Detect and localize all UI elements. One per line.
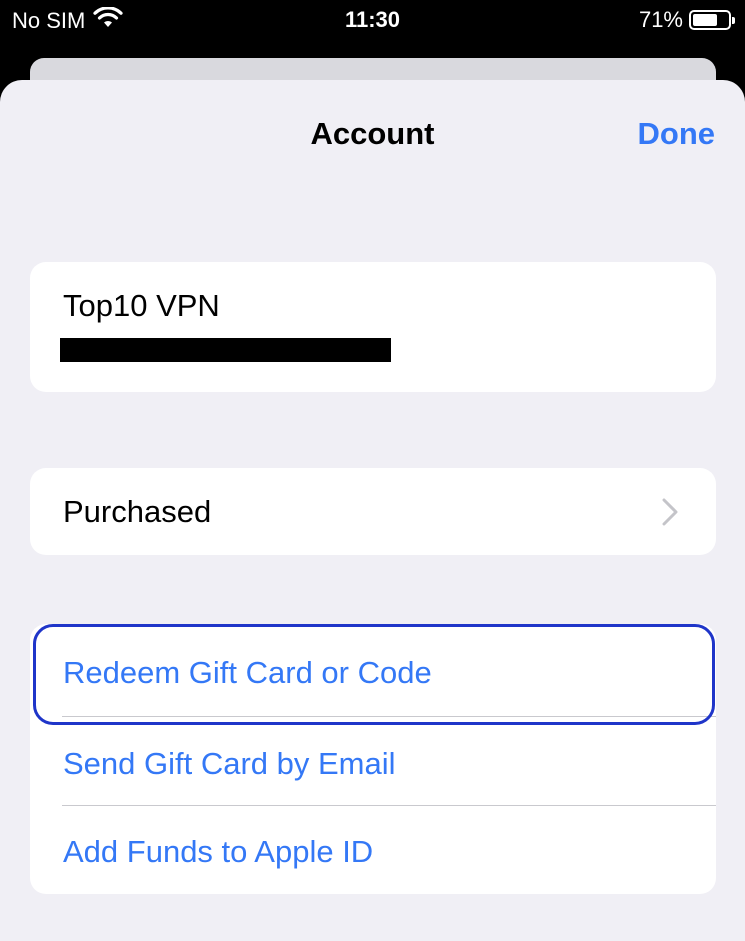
redeem-gift-card-row[interactable]: Redeem Gift Card or Code	[30, 624, 716, 714]
purchased-label: Purchased	[63, 494, 212, 529]
status-time: 11:30	[344, 7, 401, 32]
redacted-email	[60, 338, 391, 362]
purchased-row[interactable]: Purchased	[30, 468, 716, 555]
status-bar: No SIM 11:30 71%	[0, 0, 745, 40]
account-card[interactable]: Top10 VPN	[30, 262, 716, 392]
account-name: Top10 VPN	[63, 288, 220, 323]
done-button[interactable]: Done	[638, 116, 716, 152]
send-gift-card-label: Send Gift Card by Email	[63, 746, 396, 781]
chevron-right-icon	[658, 498, 682, 526]
battery-icon	[689, 10, 735, 30]
redeem-gift-card-label: Redeem Gift Card or Code	[63, 655, 432, 690]
gift-card-section: Redeem Gift Card or Code Send Gift Card …	[30, 624, 716, 894]
add-funds-label: Add Funds to Apple ID	[63, 834, 374, 869]
battery-percent: 71%	[638, 7, 683, 32]
divider	[62, 716, 716, 717]
send-gift-card-row[interactable]: Send Gift Card by Email	[30, 718, 716, 808]
page-title: Account	[310, 116, 435, 151]
battery-fill	[693, 14, 718, 26]
add-funds-row[interactable]: Add Funds to Apple ID	[30, 806, 716, 896]
status-right: 71%	[638, 7, 735, 33]
